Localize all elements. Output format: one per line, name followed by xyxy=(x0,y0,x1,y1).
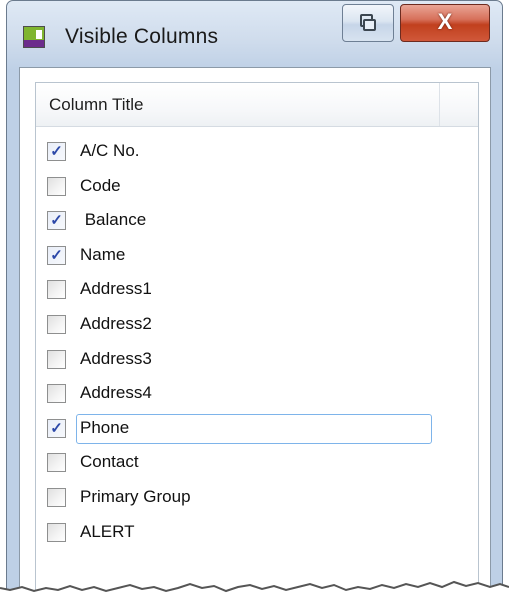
columns-grid[interactable]: Column Title ✓ A/C No. Code ✓ Balance ✓ Name A… xyxy=(35,82,479,603)
column-label: Primary Group xyxy=(80,486,191,506)
list-item[interactable]: Address3 xyxy=(36,344,478,379)
column-label: Address3 xyxy=(80,348,152,368)
column-checkbox[interactable] xyxy=(47,176,66,196)
close-icon: X xyxy=(437,9,453,34)
list-item[interactable]: ✓ Name xyxy=(36,240,478,275)
column-checkbox[interactable]: ✓ xyxy=(47,211,66,231)
column-checkbox[interactable]: ✓ xyxy=(47,418,66,438)
list-item[interactable]: Address2 xyxy=(36,309,478,344)
list-item[interactable]: Contact xyxy=(36,447,478,482)
column-label: A/C No. xyxy=(80,141,140,160)
list-item[interactable]: Address4 xyxy=(36,378,478,413)
app-window-icon[interactable] xyxy=(23,26,45,48)
column-checkbox[interactable]: ✓ xyxy=(47,245,66,265)
checkmark-icon: ✓ xyxy=(50,212,63,230)
list-item[interactable]: ALERT xyxy=(36,517,478,552)
window-title: Visible Columns xyxy=(65,25,219,48)
list-item[interactable]: Code xyxy=(36,171,478,206)
dialog-client-area: Column Title ✓ A/C No. Code ✓ Balance ✓ Name A… xyxy=(19,67,491,603)
column-label: Address2 xyxy=(80,313,152,333)
column-label: Balance xyxy=(80,210,147,230)
list-item[interactable]: Primary Group xyxy=(36,482,478,517)
column-label: Address1 xyxy=(80,279,152,299)
column-checkbox[interactable] xyxy=(47,453,66,473)
columns-list: ✓ A/C No. Code ✓ Balance ✓ Name Address1 Addres… xyxy=(36,136,478,551)
column-header[interactable]: Column Title xyxy=(36,83,478,127)
visible-columns-window: Visible Columns X Column Title ✓ A/C No. C… xyxy=(6,0,503,604)
checkmark-icon: ✓ xyxy=(50,246,63,264)
column-checkbox[interactable] xyxy=(47,349,66,369)
column-label: Address4 xyxy=(80,383,152,403)
column-label: Name xyxy=(80,244,126,264)
restore-button[interactable] xyxy=(342,4,394,42)
torn-edge-decoration xyxy=(0,580,509,610)
column-divider[interactable] xyxy=(439,83,440,126)
list-item[interactable]: ✓ Phone xyxy=(36,413,478,448)
column-checkbox[interactable] xyxy=(47,280,66,300)
column-label: Contact xyxy=(80,452,139,472)
column-checkbox[interactable] xyxy=(47,384,66,404)
column-label: ALERT xyxy=(80,521,135,541)
column-checkbox[interactable]: ✓ xyxy=(47,142,66,161)
list-item[interactable]: Address1 xyxy=(36,274,478,309)
column-header-title: Column Title xyxy=(49,95,144,114)
checkmark-icon: ✓ xyxy=(50,419,63,437)
checkmark-icon: ✓ xyxy=(50,143,63,160)
title-bar[interactable]: Visible Columns X xyxy=(7,1,502,67)
column-checkbox[interactable] xyxy=(47,314,66,334)
column-checkbox[interactable] xyxy=(47,522,66,542)
column-checkbox[interactable] xyxy=(47,487,66,507)
list-item[interactable]: ✓ A/C No. xyxy=(36,136,478,171)
inline-edit-box[interactable] xyxy=(76,413,432,444)
column-label: Code xyxy=(80,175,121,195)
close-button[interactable]: X xyxy=(400,4,490,42)
column-label: Phone xyxy=(80,417,130,437)
list-item[interactable]: ✓ Balance xyxy=(36,205,478,240)
